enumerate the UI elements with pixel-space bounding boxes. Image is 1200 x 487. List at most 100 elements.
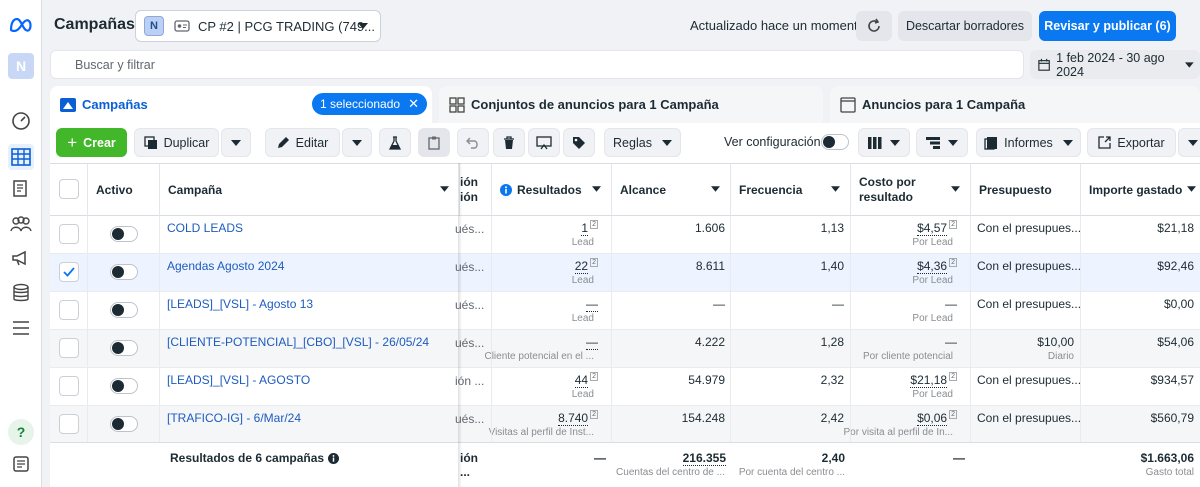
row-divider — [492, 292, 612, 329]
refresh-button[interactable] — [856, 11, 892, 41]
campaign-name-link[interactable]: Agendas Agosto 2024 — [167, 259, 284, 273]
row-checkbox[interactable] — [59, 224, 79, 244]
campaign-name-link[interactable]: [CLIENTE-POTENCIAL]_[CBO]_[VSL] - 26/05/… — [167, 335, 429, 349]
row-checkbox[interactable] — [59, 376, 79, 396]
row-divider — [851, 330, 971, 367]
pages-icon[interactable] — [8, 176, 34, 202]
notes-icon[interactable] — [8, 451, 34, 477]
export-dropdown-button[interactable] — [1178, 128, 1200, 157]
column-frequency[interactable]: Frecuencia — [731, 164, 851, 216]
campaign-active-toggle[interactable] — [110, 226, 138, 242]
row-divider — [971, 292, 1081, 329]
row-checkbox[interactable] — [59, 262, 79, 282]
campaigns-table-icon[interactable] — [8, 144, 34, 170]
close-icon[interactable]: ✕ — [408, 96, 419, 112]
frozen-column-shadow — [458, 163, 462, 487]
totals-label: Resultados de 6 campañas — [170, 451, 340, 465]
row-divider — [612, 330, 731, 367]
column-budget[interactable]: Presupuesto — [971, 164, 1081, 216]
campaign-name-link[interactable]: [TRAFICO-IG] - 6/Mar/24 — [167, 411, 301, 425]
row-divider — [460, 330, 492, 367]
table-row[interactable]: [CLIENTE-POTENCIAL]_[CBO]_[VSL] - 26/05/… — [50, 330, 1200, 368]
campaign-name-link[interactable]: COLD LEADS — [167, 221, 243, 235]
select-all-checkbox[interactable] — [59, 179, 79, 199]
tab-ad-sets[interactable]: Conjuntos de anuncios para 1 Campaña — [439, 86, 823, 123]
rules-button[interactable]: Reglas — [604, 128, 681, 157]
campaign-active-toggle[interactable] — [110, 378, 138, 394]
tab-campaigns[interactable]: Campañas 1 seleccionado ✕ — [50, 86, 432, 123]
delete-button[interactable] — [493, 128, 525, 157]
megaphone-icon[interactable] — [8, 245, 34, 271]
column-active[interactable]: Activo — [88, 164, 160, 216]
totals-results: — — [594, 451, 606, 465]
edit-dropdown-button[interactable] — [342, 128, 372, 157]
preview-button[interactable] — [528, 128, 560, 157]
review-publish-button[interactable]: Revisar y publicar (6) — [1039, 11, 1176, 41]
row-divider — [612, 292, 731, 329]
campaign-active-toggle[interactable] — [110, 416, 138, 432]
chevron-down-icon — [661, 139, 672, 146]
dashboard-icon[interactable] — [8, 108, 34, 134]
row-checkbox[interactable] — [59, 338, 79, 358]
undo-button[interactable] — [457, 128, 489, 157]
billing-stack-icon[interactable] — [8, 280, 34, 306]
row-divider — [460, 254, 492, 291]
menu-icon[interactable] — [8, 315, 34, 341]
view-config-toggle[interactable] — [821, 134, 849, 150]
date-range-picker[interactable]: 1 feb 2024 - 30 ago 2024 — [1030, 50, 1200, 79]
row-divider — [612, 406, 731, 443]
campaign-name-link[interactable]: [LEADS]_[VSL] - Agosto 13 — [167, 297, 313, 311]
duplicate-button[interactable]: Duplicar — [134, 128, 219, 157]
export-button[interactable]: Exportar — [1087, 128, 1176, 157]
row-divider — [731, 406, 851, 443]
search-input[interactable]: Buscar y filtrar — [50, 50, 1024, 79]
header-more[interactable] — [1186, 10, 1200, 40]
totals-cpr: — — [953, 451, 965, 465]
row-divider — [492, 406, 612, 443]
help-icon[interactable]: ? — [8, 419, 34, 445]
campaign-active-toggle[interactable] — [110, 302, 138, 318]
table-row[interactable]: Agendas Agosto 2024 ués... 22 2 Lead 8.611 1,4… — [50, 254, 1200, 292]
calendar-icon — [1038, 58, 1050, 71]
table-row[interactable]: [TRAFICO-IG] - 6/Mar/24 ués... 8.740 2 Visit… — [50, 406, 1200, 444]
column-reach[interactable]: Alcance — [612, 164, 731, 216]
row-divider — [971, 254, 1081, 291]
duplicate-dropdown-button[interactable] — [221, 128, 251, 157]
account-selector[interactable]: N CP #2 | PCG TRADING (749... — [135, 10, 381, 42]
column-campaign[interactable]: Campaña — [160, 164, 460, 216]
tag-button[interactable] — [563, 128, 595, 157]
table-row[interactable]: [LEADS]_[VSL] - AGOSTO ión ... 44 2 Lead 54.9… — [50, 368, 1200, 406]
column-clipped[interactable]: ión ión — [460, 164, 492, 216]
search-placeholder: Buscar y filtrar — [75, 57, 155, 72]
ab-test-button[interactable] — [379, 128, 411, 157]
row-checkbox[interactable] — [59, 414, 79, 434]
row-checkbox[interactable] — [59, 300, 79, 320]
campaign-active-toggle[interactable] — [110, 264, 138, 280]
copy-icon — [143, 135, 158, 150]
column-amount-spent[interactable]: Importe gastado — [1081, 164, 1200, 216]
meta-logo-icon[interactable] — [8, 12, 34, 38]
create-button[interactable]: + Crear — [56, 128, 127, 157]
campaign-active-toggle[interactable] — [110, 340, 138, 356]
discard-drafts-button[interactable]: Descartar borradores — [898, 11, 1032, 41]
campaigns-table: Activo Campaña ión ión Resultados Alcanc… — [50, 163, 1200, 487]
selection-chip[interactable]: 1 seleccionado ✕ — [312, 93, 427, 115]
info-icon — [328, 452, 340, 464]
chevron-down-icon — [1188, 139, 1198, 146]
campaign-name-link[interactable]: [LEADS]_[VSL] - AGOSTO — [167, 373, 310, 387]
audiences-icon[interactable] — [8, 211, 34, 237]
breakdown-button[interactable] — [916, 128, 968, 157]
account-avatar[interactable]: N — [8, 53, 34, 79]
campaigns-panel: + Crear Duplicar Editar Reglas Ver confi… — [50, 123, 1200, 487]
tab-ads[interactable]: Anuncios para 1 Campaña — [830, 86, 1200, 123]
chevron-down-icon — [711, 186, 720, 192]
table-row[interactable]: COLD LEADS ués... 1 2 Lead 1.606 1,13 $4,57 2 Por… — [50, 216, 1200, 254]
columns-button[interactable] — [858, 128, 910, 157]
edit-button[interactable]: Editar — [265, 128, 340, 157]
reports-button[interactable]: Informes — [976, 128, 1081, 157]
column-results[interactable]: Resultados — [492, 164, 612, 216]
row-divider — [971, 406, 1081, 443]
column-cost-per-result[interactable]: Costo por resultado — [851, 164, 971, 216]
table-row[interactable]: [LEADS]_[VSL] - Agosto 13 ués... — Lead — — — P… — [50, 292, 1200, 330]
clipboard-button[interactable] — [418, 128, 450, 157]
